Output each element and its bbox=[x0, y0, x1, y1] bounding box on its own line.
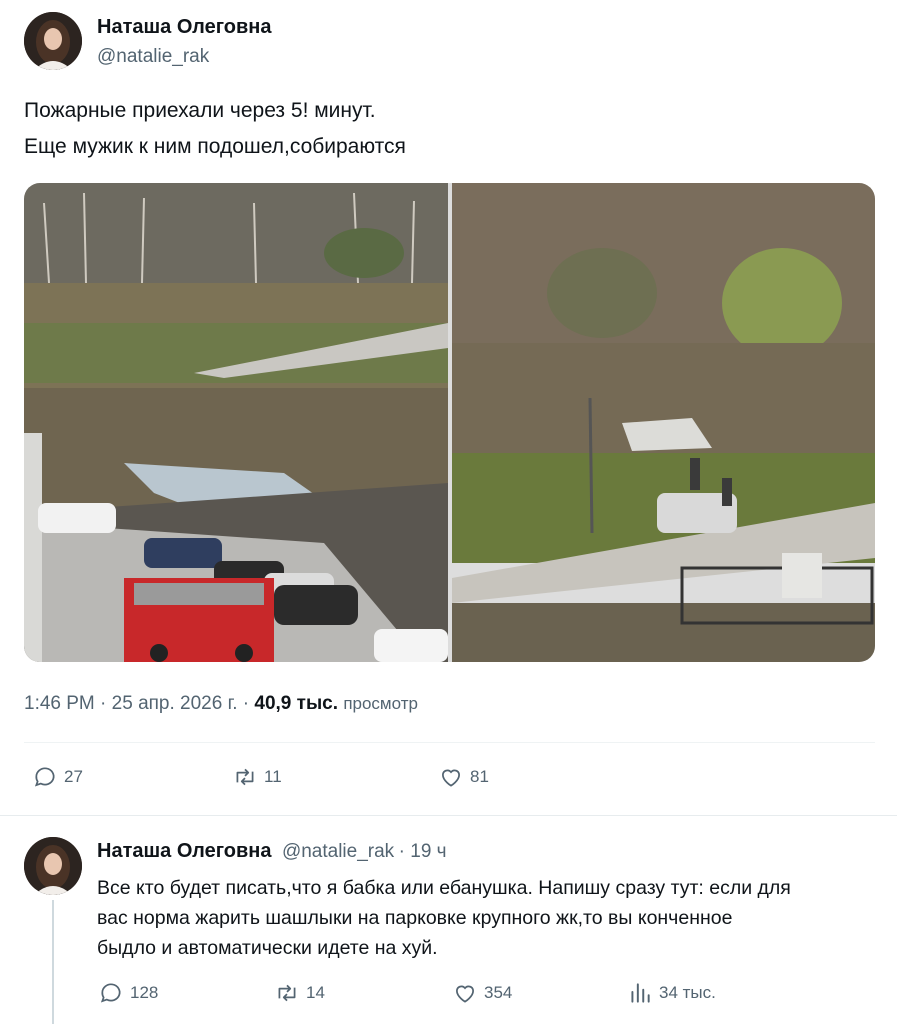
reply-retweet-count: 14 bbox=[306, 983, 325, 1002]
reply-like-count: 354 bbox=[484, 983, 513, 1002]
retweet-button[interactable]: 11 bbox=[232, 764, 282, 790]
bar-chart-icon bbox=[631, 983, 650, 1003]
reply-views-button[interactable]: 34 тыс. bbox=[627, 980, 716, 1006]
reply-age[interactable]: 19 ч bbox=[410, 841, 446, 862]
author-handle[interactable]: @natalie_rak bbox=[97, 46, 209, 68]
meta-separator: · bbox=[100, 693, 112, 714]
tweet-text-line-2: Еще мужик к ним подошел,собираются bbox=[24, 135, 406, 158]
reply-button[interactable]: 27 bbox=[32, 764, 83, 790]
retweet-icon bbox=[236, 768, 254, 786]
retweet-count: 11 bbox=[264, 767, 282, 786]
views-label: просмотр bbox=[343, 694, 418, 713]
like-count: 81 bbox=[470, 767, 489, 786]
header-separator: · bbox=[398, 841, 411, 862]
photo-parking-lot[interactable] bbox=[24, 183, 448, 662]
views-count: 40,9 тыс. bbox=[254, 693, 339, 714]
reply-like-button[interactable]: 354 bbox=[452, 980, 512, 1006]
reply-retweet-button[interactable]: 14 bbox=[274, 980, 325, 1006]
heart-icon bbox=[442, 769, 460, 787]
divider bbox=[24, 742, 875, 743]
divider bbox=[0, 815, 897, 816]
meta-separator: · bbox=[242, 693, 255, 714]
photo-people-by-car[interactable] bbox=[452, 183, 875, 662]
reply-reply-button[interactable]: 128 bbox=[98, 980, 158, 1006]
heart-icon bbox=[456, 985, 474, 1003]
tweet-media[interactable] bbox=[24, 183, 875, 662]
thread-line bbox=[52, 900, 54, 1024]
tweet-text-line-1: Пожарные приехали через 5! минут. bbox=[24, 99, 376, 122]
reply-count: 27 bbox=[64, 767, 83, 786]
tweet-date[interactable]: 25 апр. 2026 г. bbox=[112, 693, 238, 714]
tweet-time[interactable]: 1:46 PM bbox=[24, 693, 95, 714]
speech-bubble-icon bbox=[34, 767, 55, 787]
like-button[interactable]: 81 bbox=[438, 764, 489, 790]
reply-text-line-3: быдло и автоматически идете на хуй. bbox=[97, 937, 438, 959]
tweet-meta: 1:46 PM · 25 апр. 2026 г. · 40,9 тыс. пр… bbox=[24, 693, 418, 715]
reply-header: Наташа Олеговна @natalie_rak · 19 ч bbox=[97, 840, 447, 863]
reply-author-handle[interactable]: @natalie_rak bbox=[282, 841, 394, 862]
author-avatar[interactable] bbox=[24, 12, 82, 70]
reply-text-line-1: Все кто будет писать,что я бабка или еба… bbox=[97, 877, 791, 899]
reply-author-name[interactable]: Наташа Олеговна bbox=[97, 840, 271, 862]
reply-views-count: 34 тыс. bbox=[659, 983, 716, 1002]
speech-bubble-icon bbox=[100, 983, 121, 1003]
reply-text-line-2: вас норма жарить шашлыки на парковке кру… bbox=[97, 907, 733, 929]
reply-reply-count: 128 bbox=[130, 983, 159, 1002]
author-name[interactable]: Наташа Олеговна bbox=[97, 16, 271, 39]
retweet-icon bbox=[278, 984, 296, 1002]
reply-author-avatar[interactable] bbox=[24, 837, 82, 895]
